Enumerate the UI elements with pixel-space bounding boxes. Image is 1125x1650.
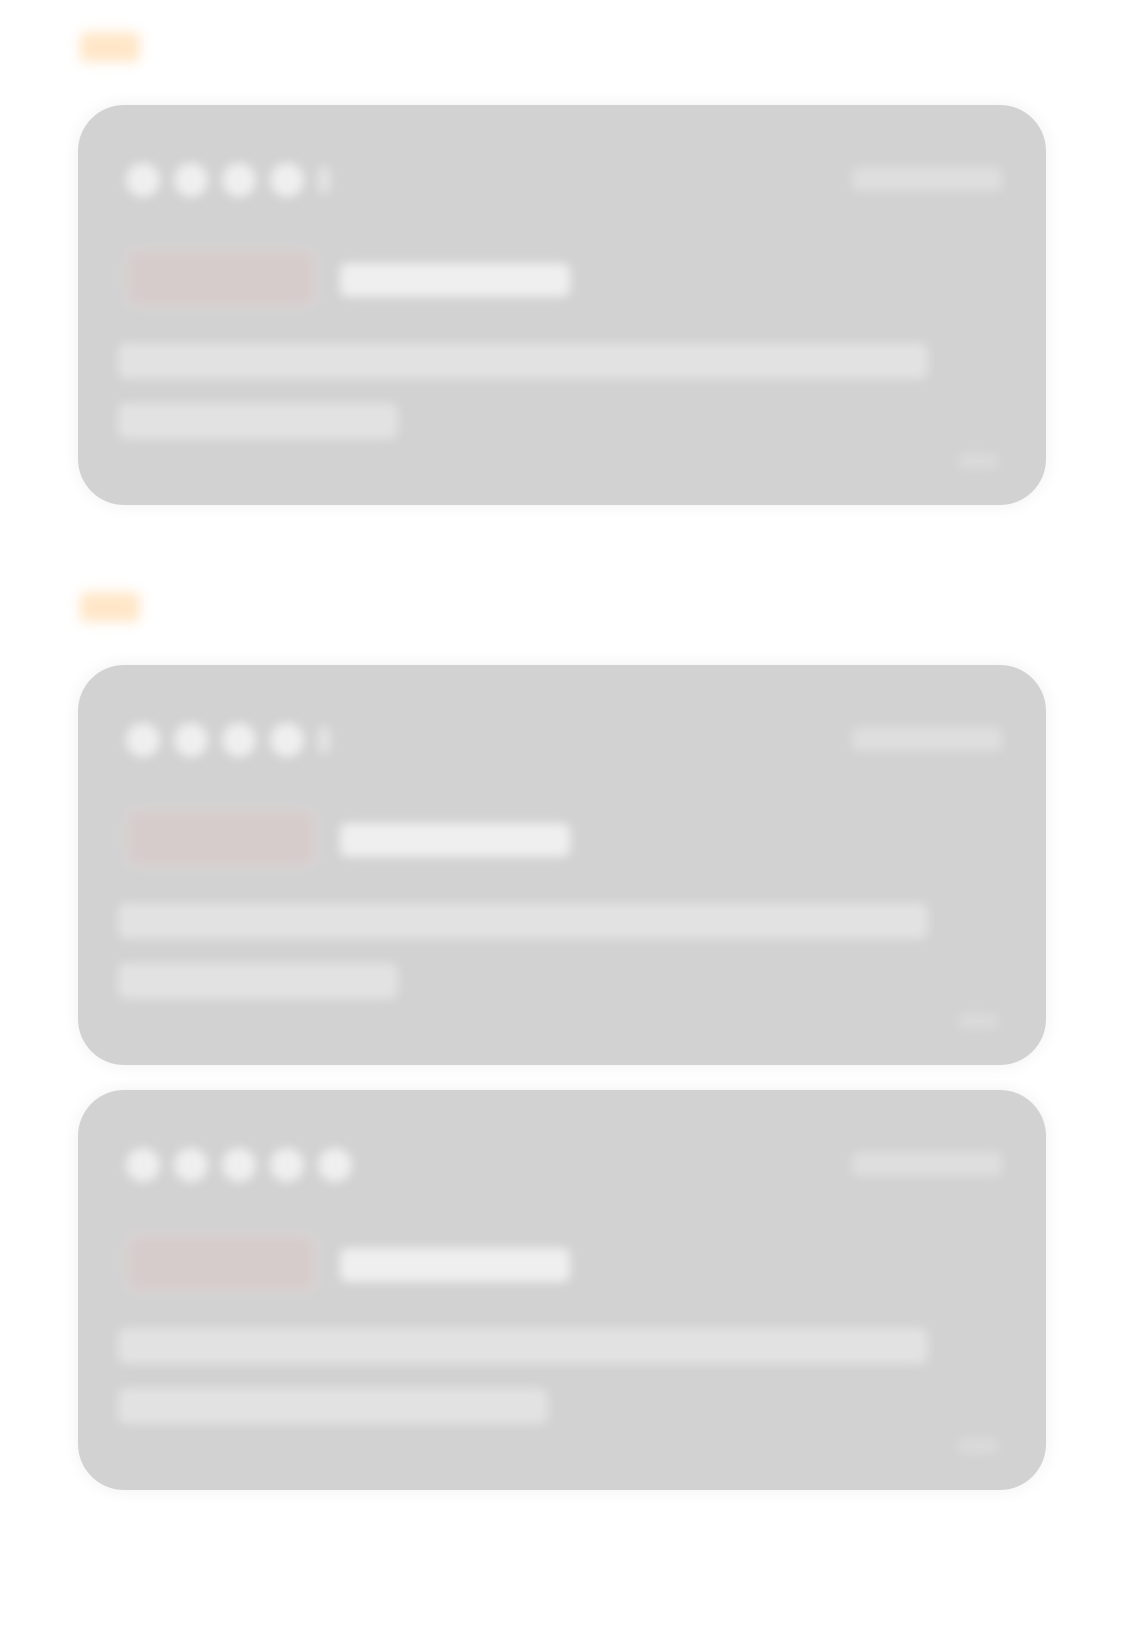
review-date [852,167,1002,191]
star-icon [222,723,256,757]
product-tag [124,1232,318,1294]
star-icon [126,163,160,197]
section-header-1 [80,32,140,62]
review-list-page [0,0,1125,1650]
review-date [852,1152,1002,1176]
review-card[interactable] [78,1090,1046,1490]
review-card-content [78,105,1046,505]
product-tag [124,247,318,309]
star-icon [222,163,256,197]
more-link[interactable] [958,1438,998,1454]
review-card-content [78,665,1046,1065]
star-icon [270,163,304,197]
review-text-line [118,963,398,999]
star-icon [270,723,304,757]
star-icon [270,1148,304,1182]
product-name [340,263,570,297]
review-card[interactable] [78,665,1046,1065]
review-card[interactable] [78,105,1046,505]
section-header-2 [80,592,140,622]
star-icon [126,1148,160,1182]
product-tag [124,807,318,869]
review-text-line [118,903,928,939]
star-icon [174,723,208,757]
star-count [318,167,330,193]
review-text-line [118,1328,928,1364]
review-text-line [118,343,928,379]
product-name [340,1248,570,1282]
star-rating [126,723,330,757]
review-date [852,727,1002,751]
star-rating [126,1148,352,1182]
product-name [340,823,570,857]
more-link[interactable] [958,453,998,469]
star-icon [222,1148,256,1182]
more-link[interactable] [958,1013,998,1029]
star-icon [174,163,208,197]
review-card-content [78,1090,1046,1490]
review-text-line [118,1388,548,1424]
star-count [318,727,330,753]
star-icon [126,723,160,757]
review-text-line [118,403,398,439]
star-rating [126,163,330,197]
star-icon [318,1148,352,1182]
star-icon [174,1148,208,1182]
